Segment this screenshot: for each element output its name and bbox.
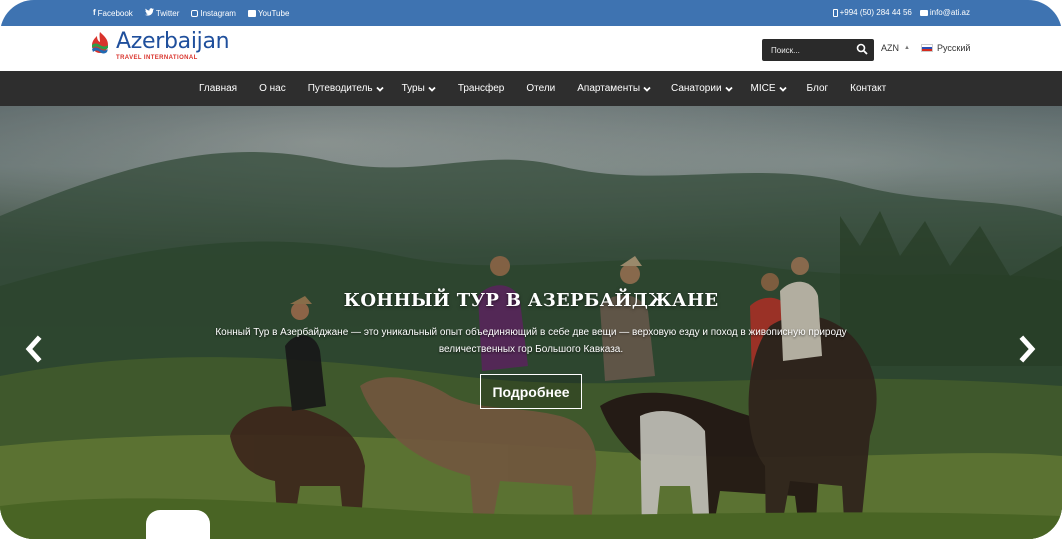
search-input[interactable]: [762, 39, 852, 61]
facebook-label: Facebook: [97, 8, 133, 18]
instagram-label: Instagram: [200, 8, 236, 18]
more-button[interactable]: Подробнее: [480, 374, 582, 409]
currency-selector[interactable]: AZN ▲: [881, 43, 910, 53]
email-link[interactable]: info@ati.az: [919, 8, 970, 17]
twitter-link[interactable]: Twitter: [144, 8, 180, 18]
chevron-left-icon[interactable]: [23, 334, 43, 364]
nav-item-label: Отели: [526, 83, 556, 94]
nav-item-label: Путеводитель: [307, 83, 373, 94]
nav-item-contact[interactable]: Контакт: [850, 83, 886, 94]
nav-item-home[interactable]: Главная: [199, 83, 237, 94]
currency-label: AZN: [881, 43, 899, 53]
hero-slider: КОННЫЙ ТУР В АЗЕРБАЙДЖАНЕ Конный Тур в А…: [0, 106, 1062, 539]
site-logo[interactable]: Azerbaijan TRAVEL INTERNATIONAL: [88, 29, 230, 62]
twitter-label: Twitter: [155, 8, 180, 18]
logo-title: Azerbaijan: [116, 29, 230, 54]
chevron-down-icon: [724, 86, 733, 92]
nav-item-transfer[interactable]: Трансфер: [458, 83, 505, 94]
phone-icon: [832, 8, 838, 17]
slider-bottom-tab: [146, 510, 210, 539]
phone-link[interactable]: +994 (50) 284 44 56: [832, 8, 912, 17]
facebook-icon: f: [93, 8, 96, 17]
nav-item-guide[interactable]: Путеводитель: [308, 83, 384, 94]
top-bar: f Facebook Twitter Instagram YouTube +99…: [0, 0, 1062, 26]
nav-item-sanatoriums[interactable]: Санатории: [671, 83, 733, 94]
currency-caret-icon: ▲: [904, 45, 910, 51]
site-header: Azerbaijan TRAVEL INTERNATIONAL AZN ▲ Ру…: [0, 26, 1062, 71]
chevron-right-icon[interactable]: [1018, 334, 1038, 364]
logo-subtitle: TRAVEL INTERNATIONAL: [116, 55, 198, 61]
nav-item-label: О нас: [259, 83, 286, 94]
nav-list: Главная О нас Путеводитель Туры Трансфер…: [199, 71, 886, 106]
chevron-down-icon: [778, 86, 787, 92]
logo-text: Azerbaijan TRAVEL INTERNATIONAL: [116, 29, 230, 62]
nav-item-label: Блог: [806, 83, 829, 94]
main-nav: Главная О нас Путеводитель Туры Трансфер…: [0, 71, 1062, 106]
language-label: Русский: [937, 43, 971, 53]
contact-links: +994 (50) 284 44 56 info@ati.az: [832, 8, 970, 17]
hero-background-image: [0, 106, 1062, 539]
browser-frame: f Facebook Twitter Instagram YouTube +99…: [0, 0, 1062, 539]
hero-description: Конный Тур в Азербайджане — это уникальн…: [215, 327, 847, 355]
nav-item-about[interactable]: О нас: [259, 83, 286, 94]
mail-icon: [919, 9, 928, 16]
youtube-icon: [247, 9, 256, 17]
nav-item-tours[interactable]: Туры: [402, 83, 436, 94]
nav-item-blog[interactable]: Блог: [807, 83, 829, 94]
logo-flame-icon: [92, 32, 108, 54]
nav-item-hotels[interactable]: Отели: [526, 83, 555, 94]
russia-flag-icon: [921, 44, 933, 52]
youtube-link[interactable]: YouTube: [247, 8, 290, 18]
nav-item-apartments[interactable]: Апартаменты: [577, 83, 651, 94]
search-icon[interactable]: [856, 43, 868, 55]
instagram-icon: [191, 9, 199, 17]
email-address: info@ati.az: [929, 8, 970, 17]
nav-item-label: MICE: [750, 83, 776, 94]
nav-item-mice[interactable]: MICE: [751, 83, 787, 94]
language-selector[interactable]: Русский: [921, 43, 970, 53]
nav-item-label: Главная: [199, 83, 238, 94]
instagram-link[interactable]: Instagram: [191, 8, 236, 18]
nav-item-label: Контакт: [850, 83, 887, 94]
search-box: [762, 39, 874, 61]
chevron-down-icon: [428, 86, 436, 92]
nav-item-label: Трансфер: [457, 83, 505, 94]
phone-number: +994 (50) 284 44 56: [839, 8, 912, 17]
twitter-icon: [144, 8, 154, 18]
facebook-link[interactable]: f Facebook: [93, 8, 133, 18]
chevron-down-icon: [643, 86, 651, 92]
chevron-down-icon: [375, 86, 384, 92]
nav-item-label: Апартаменты: [577, 83, 641, 94]
nav-item-label: Туры: [401, 83, 425, 94]
youtube-label: YouTube: [257, 8, 290, 18]
nav-item-label: Санатории: [671, 83, 722, 94]
hero-title: КОННЫЙ ТУР В АЗЕРБАЙДЖАНЕ: [343, 290, 719, 311]
social-links: f Facebook Twitter Instagram YouTube: [93, 8, 289, 18]
